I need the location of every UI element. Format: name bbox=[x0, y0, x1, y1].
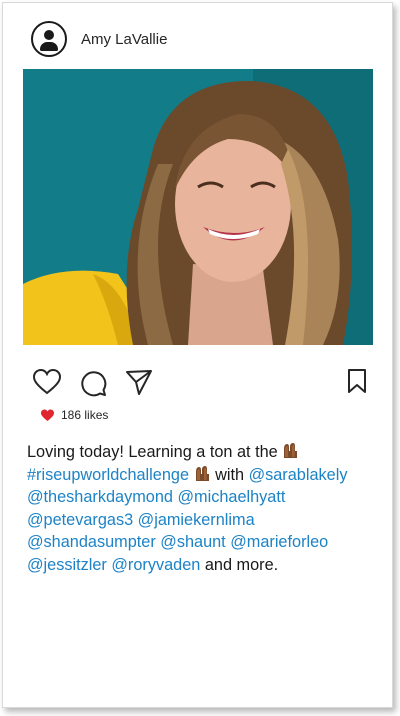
mention-link[interactable]: @shaunt bbox=[160, 533, 225, 551]
likes-row: 186 likes bbox=[40, 408, 108, 422]
mention-link[interactable]: @shandasumpter bbox=[27, 533, 156, 551]
bookmark-icon[interactable] bbox=[347, 369, 367, 393]
mention-link[interactable]: @petevargas3 bbox=[27, 511, 133, 529]
caption-text: Loving today! Learning a ton at the bbox=[27, 443, 278, 461]
mention-link[interactable]: @sarablakely bbox=[249, 466, 348, 484]
mention-link[interactable]: @thesharkdaymond bbox=[27, 488, 173, 506]
raised-hands-emoji bbox=[194, 465, 211, 482]
mention-link[interactable]: @roryvaden bbox=[111, 556, 200, 574]
post-actions bbox=[23, 365, 373, 399]
username[interactable]: Amy LaVallie bbox=[81, 31, 167, 48]
liked-heart-icon bbox=[41, 409, 54, 421]
mention-link[interactable]: @marieforleo bbox=[230, 533, 328, 551]
post-header: Amy LaVallie bbox=[31, 19, 167, 59]
post-photo[interactable] bbox=[23, 69, 373, 345]
caption-text: and more. bbox=[204, 555, 279, 574]
comment-icon[interactable] bbox=[79, 369, 107, 397]
likes-count[interactable]: 186 likes bbox=[61, 408, 108, 422]
caption-text: with bbox=[215, 465, 245, 484]
profile-icon[interactable] bbox=[31, 21, 67, 57]
post-caption: Loving today! Learning a ton at the #ris… bbox=[27, 441, 357, 576]
share-icon[interactable] bbox=[125, 369, 153, 395]
mention-link[interactable]: @michaelhyatt bbox=[177, 488, 285, 506]
heart-icon[interactable] bbox=[33, 369, 61, 395]
hashtag-link[interactable]: #riseupworldchallenge bbox=[27, 466, 189, 484]
post-card: Amy LaVallie 186 likes Loving today! Lea… bbox=[2, 2, 393, 708]
mention-link[interactable]: @jamiekernlima bbox=[138, 511, 255, 529]
mention-link[interactable]: @jessitzler bbox=[27, 556, 107, 574]
raised-hands-emoji bbox=[282, 442, 299, 459]
